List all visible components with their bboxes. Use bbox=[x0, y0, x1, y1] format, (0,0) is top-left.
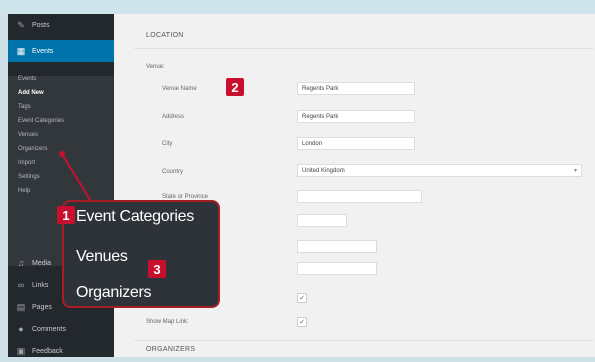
venue-name-field[interactable]: Regents Park bbox=[297, 82, 415, 95]
sidebar-item-label: Links bbox=[32, 281, 49, 289]
submenu-item-settings[interactable]: Settings bbox=[18, 174, 40, 180]
sidebar-item-posts[interactable]: ✎ Posts bbox=[8, 14, 114, 36]
links-icon: ∞ bbox=[17, 280, 25, 290]
postal-code-field[interactable] bbox=[297, 214, 347, 227]
submenu-item-tags[interactable]: Tags bbox=[18, 104, 31, 110]
organizers-section-title: ORGANIZERS bbox=[146, 346, 196, 353]
top-band bbox=[0, 0, 595, 14]
sidebar-item-label: Comments bbox=[32, 325, 66, 333]
comments-icon: ● bbox=[18, 324, 24, 334]
sidebar-item-events[interactable]: ▦ Events bbox=[8, 40, 114, 62]
chevron-down-icon: ▾ bbox=[573, 168, 577, 174]
address-label: Address bbox=[162, 114, 185, 120]
callout-item-event-categories: Event Categories bbox=[76, 208, 194, 225]
submenu-item-event-categories[interactable]: Event Categories bbox=[18, 118, 64, 124]
sidebar-item-label: Events bbox=[32, 47, 54, 55]
sidebar-item-label: Posts bbox=[32, 21, 50, 29]
phone-field[interactable] bbox=[297, 240, 377, 253]
submenu-item-add-new[interactable]: Add New bbox=[18, 90, 44, 96]
calendar-icon: ▦ bbox=[16, 45, 26, 56]
feedback-icon: ▣ bbox=[16, 345, 26, 356]
website-field[interactable] bbox=[297, 262, 377, 275]
screenshot-frame: ✎ Posts ▦ Events Events Add New Tags Eve… bbox=[0, 0, 595, 357]
country-select[interactable]: United Kingdom ▾ bbox=[297, 164, 582, 177]
country-select-value: United Kingdom bbox=[302, 168, 345, 174]
country-label: Country bbox=[162, 169, 184, 175]
callout-item-venues: Venues bbox=[76, 248, 128, 265]
submenu-item-import[interactable]: Import bbox=[18, 160, 35, 166]
city-field[interactable]: London bbox=[297, 137, 415, 150]
submenu-item-help[interactable]: Help bbox=[18, 188, 30, 194]
sidebar-item-comments[interactable]: ● Comments bbox=[8, 318, 114, 340]
show-map-link-checkbox[interactable]: ✓ bbox=[297, 317, 307, 327]
show-map-checkbox[interactable]: ✓ bbox=[297, 293, 307, 303]
sidebar-item-label: Feedback bbox=[32, 347, 63, 355]
submenu-item-events[interactable]: Events bbox=[18, 76, 36, 82]
sidebar-item-label: Pages bbox=[32, 303, 52, 311]
section-divider bbox=[134, 48, 594, 49]
zoom-callout: Event Categories Venues Organizers bbox=[62, 200, 220, 308]
venue-label: Venue: bbox=[146, 64, 165, 70]
media-icon: ♫ bbox=[17, 258, 25, 268]
show-map-link-label: Show Map Link: bbox=[146, 319, 189, 325]
sidebar-item-label: Media bbox=[32, 259, 52, 267]
submenu-item-venues[interactable]: Venues bbox=[18, 132, 38, 138]
sidebar-item-feedback[interactable]: ▣ Feedback bbox=[8, 340, 114, 362]
pages-icon: ▤ bbox=[16, 301, 26, 312]
step-badge-3: 3 bbox=[148, 260, 166, 278]
venue-name-label: Venue Name bbox=[162, 86, 197, 92]
section-divider bbox=[134, 340, 594, 341]
state-province-field[interactable] bbox=[297, 190, 422, 203]
city-label: City bbox=[162, 141, 173, 147]
submenu-item-organizers[interactable]: Organizers bbox=[18, 146, 47, 152]
step-badge-2: 2 bbox=[226, 78, 244, 96]
pushpin-icon: ✎ bbox=[17, 19, 25, 30]
location-section-title: LOCATION bbox=[146, 32, 184, 39]
step-badge-1: 1 bbox=[57, 206, 75, 224]
address-field[interactable]: Regents Park bbox=[297, 110, 415, 123]
callout-item-organizers: Organizers bbox=[76, 284, 152, 301]
